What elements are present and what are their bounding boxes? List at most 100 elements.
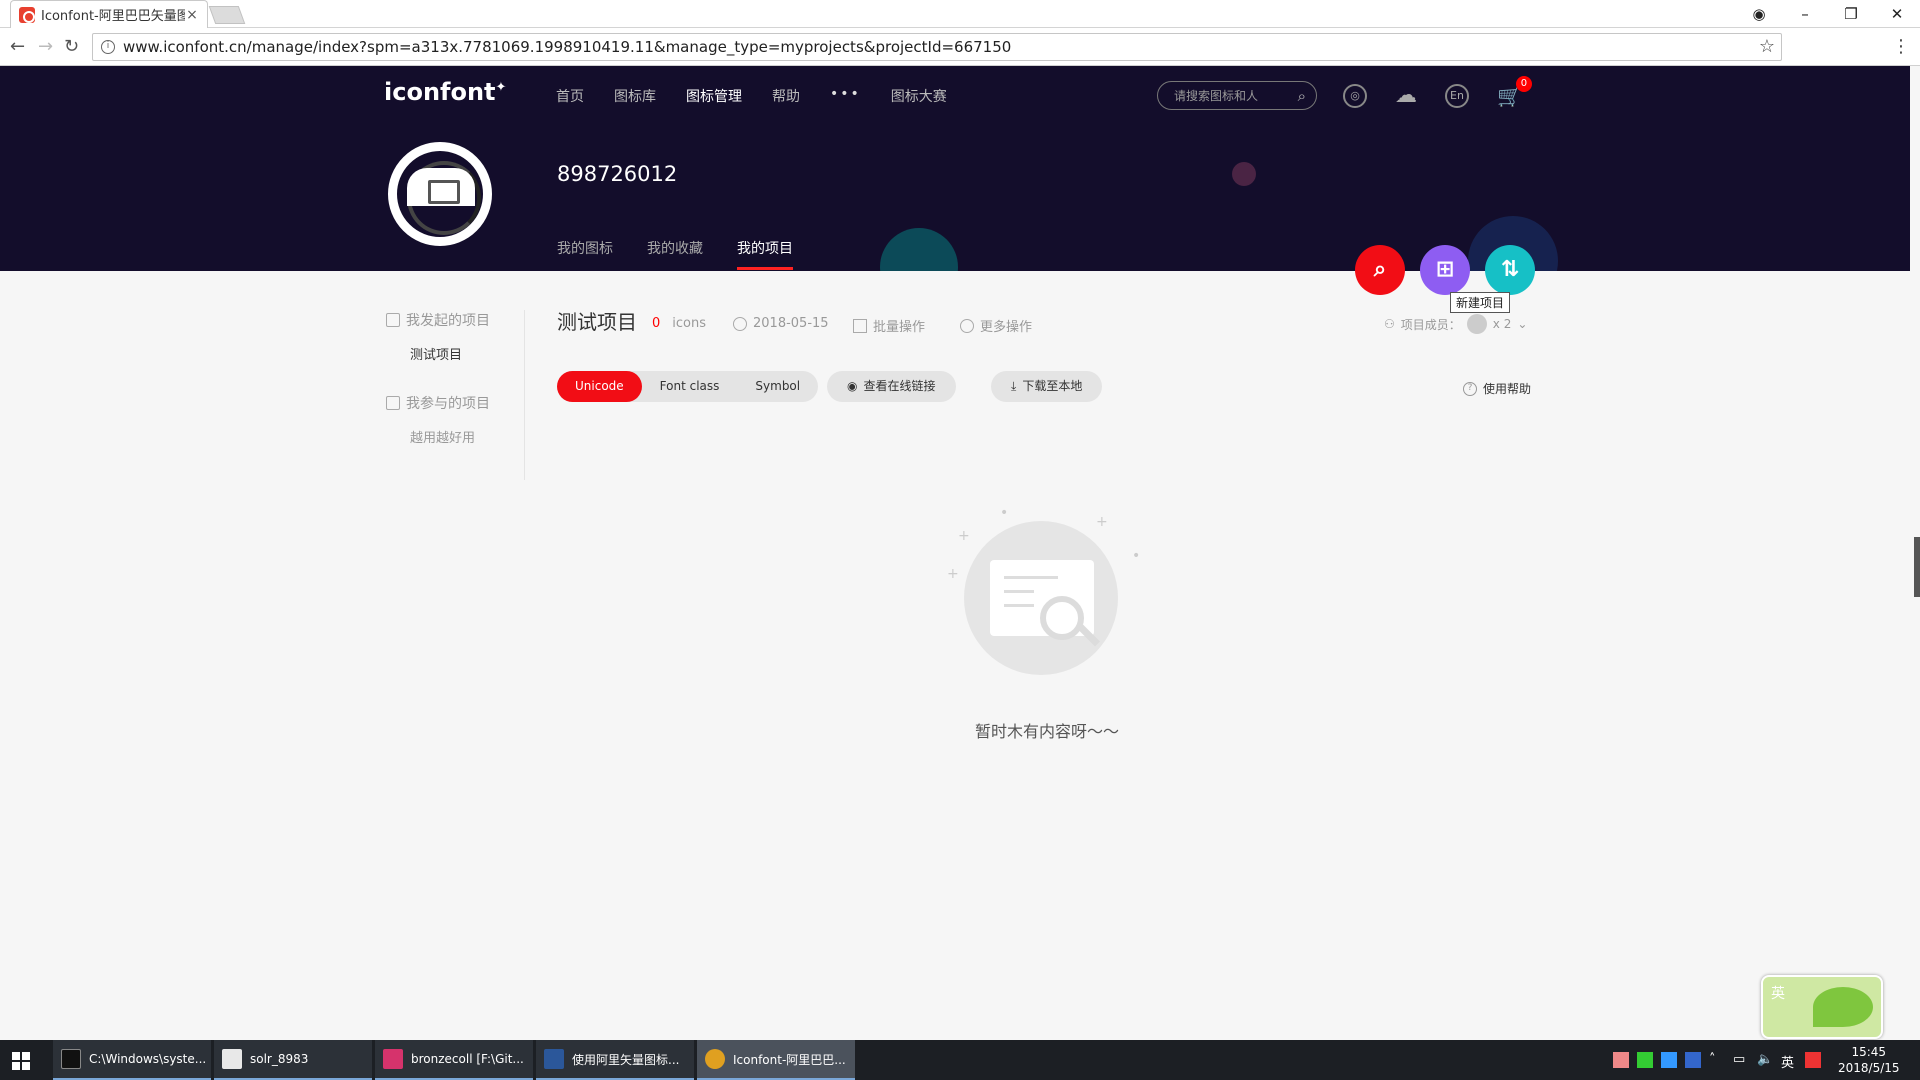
decor-orb xyxy=(1232,162,1256,186)
top-nav: 首页 图标库 图标管理 帮助 ••• 图标大赛 xyxy=(556,86,947,106)
address-bar: ← → ↻ i www.iconfont.cn/manage/index?spm… xyxy=(0,28,1920,66)
profile-icon[interactable]: ◉ xyxy=(1736,5,1782,23)
info-icon[interactable]: i xyxy=(101,40,115,54)
nav-library[interactable]: 图标库 xyxy=(614,86,656,106)
empty-message: 暂时木有内容呀～～ xyxy=(975,722,1120,741)
taskbar-item-chrome[interactable]: Iconfont-阿里巴巴... xyxy=(697,1040,855,1080)
sidebar-group-created: 我发起的项目 xyxy=(386,310,526,330)
network-icon[interactable]: ▭ xyxy=(1733,1052,1749,1068)
nav-contest[interactable]: 图标大赛 xyxy=(891,86,947,106)
taskbar-item-idea[interactable]: bronzecoll [F:\Git... xyxy=(375,1040,533,1080)
ime-widget[interactable]: 英 xyxy=(1761,975,1883,1039)
system-tray: ˄ ▭ 🔈 英 xyxy=(1613,1052,1821,1071)
back-icon[interactable]: ← xyxy=(10,36,25,57)
batch-operations-button[interactable]: 批量操作 xyxy=(853,316,925,335)
cart-icon[interactable]: 🛒 0 xyxy=(1497,75,1532,108)
windows-start-icon[interactable] xyxy=(12,1052,30,1070)
taskbar-item-solr[interactable]: solr_8983 xyxy=(214,1040,372,1080)
sidebar-item-test-project[interactable]: 测试项目 xyxy=(410,344,526,363)
url-field[interactable]: i www.iconfont.cn/manage/index?spm=a313x… xyxy=(92,33,1782,61)
tray-app-icon[interactable] xyxy=(1613,1052,1629,1068)
download-button[interactable]: ⤓ 下载至本地 xyxy=(991,371,1103,402)
site-logo[interactable]: iconfont✦ xyxy=(384,78,506,106)
search-project-button[interactable]: ⌕ xyxy=(1355,245,1405,295)
taskbar-item-word[interactable]: 使用阿里矢量图标... xyxy=(536,1040,694,1080)
nav-home[interactable]: 首页 xyxy=(556,86,584,106)
sort-button[interactable]: ⇅ xyxy=(1485,245,1535,295)
ime-tray[interactable]: 英 xyxy=(1781,1052,1797,1071)
word-icon xyxy=(544,1049,564,1069)
upload-icon[interactable]: ☁ xyxy=(1395,83,1417,108)
tab-my-projects[interactable]: 我的项目 xyxy=(737,238,793,270)
minimize-icon[interactable]: – xyxy=(1782,5,1828,23)
chevron-up-icon[interactable]: ˄ xyxy=(1709,1052,1725,1068)
forward-icon[interactable]: → xyxy=(38,36,53,57)
iconfont-favicon-icon xyxy=(19,6,35,23)
browser-menu-icon[interactable]: ⋮ xyxy=(1892,36,1910,57)
mode-unicode[interactable]: Unicode xyxy=(557,371,642,402)
sparkle-icon: + xyxy=(1096,514,1108,530)
help-link[interactable]: ? 使用帮助 xyxy=(1463,380,1531,397)
browser-tab[interactable]: Iconfont-阿里巴巴矢量图 × xyxy=(10,0,208,28)
batch-icon xyxy=(853,318,867,333)
restore-icon[interactable]: ❐ xyxy=(1828,5,1874,23)
project-date: 2018-05-15 xyxy=(733,316,829,331)
magnifier-illustration xyxy=(1040,596,1084,640)
cmd-icon xyxy=(61,1049,81,1069)
sparkle-icon: + xyxy=(947,566,959,582)
tab-title: Iconfont-阿里巴巴矢量图 xyxy=(41,9,185,24)
sogou-icon[interactable] xyxy=(1805,1052,1821,1068)
new-tab-button[interactable] xyxy=(208,6,246,24)
download-icon: ⤓ xyxy=(1011,379,1017,393)
tab-my-favorites[interactable]: 我的收藏 xyxy=(647,238,703,258)
volume-icon[interactable]: 🔈 xyxy=(1757,1052,1773,1068)
edit-icon xyxy=(386,313,400,327)
avatar-stand xyxy=(407,168,475,206)
taskbar: C:\Windows\syste... solr_8983 bronzecoll… xyxy=(0,1040,1920,1080)
chevron-down-icon[interactable]: ⌄ xyxy=(1517,317,1527,331)
sparkle-icon: • xyxy=(1132,548,1141,564)
close-window-icon[interactable]: ✕ xyxy=(1874,5,1920,23)
search-icon[interactable]: ⌕ xyxy=(1298,87,1306,105)
language-button[interactable]: En xyxy=(1445,83,1469,108)
sidebar-divider xyxy=(524,310,525,480)
chrome-icon xyxy=(705,1049,725,1069)
tray-app-icon[interactable] xyxy=(1661,1052,1677,1068)
mode-font-class[interactable]: Font class xyxy=(642,371,738,402)
mode-symbol[interactable]: Symbol xyxy=(737,371,818,402)
nav-help[interactable]: 帮助 xyxy=(772,86,800,106)
taskbar-item-cmd[interactable]: C:\Windows\syste... xyxy=(53,1040,211,1080)
sidebar-item-joined-project[interactable]: 越用越好用 xyxy=(410,427,526,446)
new-project-button[interactable]: ⊞ xyxy=(1420,245,1470,295)
scrollbar-thumb[interactable] xyxy=(1914,537,1920,597)
decor-orb xyxy=(880,228,958,271)
member-avatar xyxy=(1466,314,1487,334)
cart-badge: 0 xyxy=(1515,75,1532,92)
browser-tabstrip: Iconfont-阿里巴巴矢量图 × ◉ – ❐ ✕ xyxy=(0,0,1920,28)
user-center-icon[interactable]: ◎ xyxy=(1343,83,1367,108)
new-project-tooltip: 新建项目 xyxy=(1450,292,1511,313)
url-text: www.iconfont.cn/manage/index?spm=a313x.7… xyxy=(123,38,1012,56)
search-input[interactable]: 请搜索图标和人 ⌕ xyxy=(1157,81,1317,110)
sidebar-group-joined: 我参与的项目 xyxy=(386,393,526,413)
project-sidebar: 我发起的项目 测试项目 我参与的项目 越用越好用 xyxy=(386,310,526,446)
nav-manage[interactable]: 图标管理 xyxy=(686,86,742,106)
sparkle-icon: • xyxy=(1000,505,1009,521)
tab-close-icon[interactable]: × xyxy=(185,7,199,23)
code-mode-switch: Unicode Font class Symbol xyxy=(557,371,819,402)
java-icon xyxy=(222,1049,242,1069)
shield-icon[interactable] xyxy=(1685,1052,1701,1068)
reload-icon[interactable]: ↻ xyxy=(64,36,79,57)
intellij-icon xyxy=(383,1049,403,1069)
project-members[interactable]: ⚇ 项目成员： x 2 ⌄ xyxy=(1384,314,1527,334)
view-online-link-button[interactable]: ◉ 查看在线链接 xyxy=(827,371,956,402)
site-header: iconfont✦ 首页 图标库 图标管理 帮助 ••• 图标大赛 请搜索图标和… xyxy=(0,66,1910,271)
clock[interactable]: 15:45 2018/5/15 xyxy=(1838,1044,1900,1076)
edit-icon xyxy=(386,396,400,410)
icon-count: 0 icons xyxy=(652,316,707,331)
more-operations-button[interactable]: 更多操作 xyxy=(960,316,1032,335)
tab-my-icons[interactable]: 我的图标 xyxy=(557,238,613,258)
nav-more[interactable]: ••• xyxy=(830,86,861,106)
bookmark-star-icon[interactable]: ☆ xyxy=(1759,36,1775,57)
wechat-icon[interactable] xyxy=(1637,1052,1653,1068)
